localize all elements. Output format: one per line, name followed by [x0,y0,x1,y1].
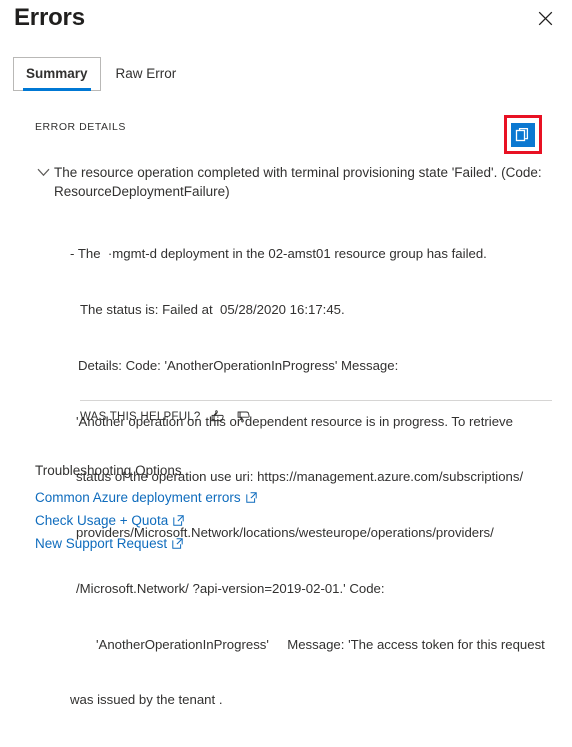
feedback-label: WAS THIS HELPFUL? [80,410,201,423]
error-entry: The resource operation completed with te… [35,163,552,747]
external-link-icon [173,515,184,526]
copy-icon [511,122,535,147]
error-detail-line: /Microsoft.Network/ ?api-version=2019-02… [76,580,385,596]
copy-error-details-button[interactable] [504,115,542,154]
errors-blade: Errors Summary Raw Error ERROR DETAILS T… [0,0,572,707]
blade-header: Errors [0,0,572,46]
error-detail-line: Details: Code: 'AnotherOperationInProgre… [78,357,399,373]
error-detail-line: - The ·mgmt-d deployment in the 02-amst0… [70,246,487,262]
link-check-usage-quota[interactable]: Check Usage + Quota [35,510,257,531]
error-detail-line: was issued by the tenant . [70,692,223,708]
tab-selected-underline [23,88,91,91]
link-label: Common Azure deployment errors [35,490,241,505]
chevron-down-icon [35,163,52,177]
error-detail-line: 'AnotherOperationInProgress' Message: 'T… [96,636,545,652]
thumbs-down-icon [237,409,252,424]
tab-raw-error-label: Raw Error [115,66,177,81]
error-entry-toggle[interactable]: The resource operation completed with te… [35,163,552,201]
link-common-azure-deployment-errors[interactable]: Common Azure deployment errors [35,487,257,508]
external-link-icon [245,492,257,503]
link-label: Check Usage + Quota [35,513,169,528]
close-button[interactable] [532,5,558,31]
thumbs-up-button[interactable] [210,408,227,425]
tab-summary[interactable]: Summary [13,57,101,91]
error-details-label: ERROR DETAILS [35,121,126,133]
feedback-divider [80,400,552,401]
external-link-icon [172,538,183,549]
error-summary-text: The resource operation completed with te… [54,165,542,199]
tab-summary-label: Summary [26,66,88,81]
thumbs-up-icon [211,409,226,424]
close-icon [538,11,553,26]
feedback-section: WAS THIS HELPFUL? [80,408,253,425]
troubleshooting-links: Common Azure deployment errors Check Usa… [35,487,257,554]
tab-list: Summary Raw Error [13,57,191,91]
troubleshooting-title: Troubleshooting Options [35,463,182,478]
error-detail-line: The status is: Failed at 05/28/2020 16:1… [80,301,345,317]
thumbs-down-button[interactable] [236,408,253,425]
page-title: Errors [14,4,85,31]
tab-raw-error[interactable]: Raw Error [101,57,192,91]
